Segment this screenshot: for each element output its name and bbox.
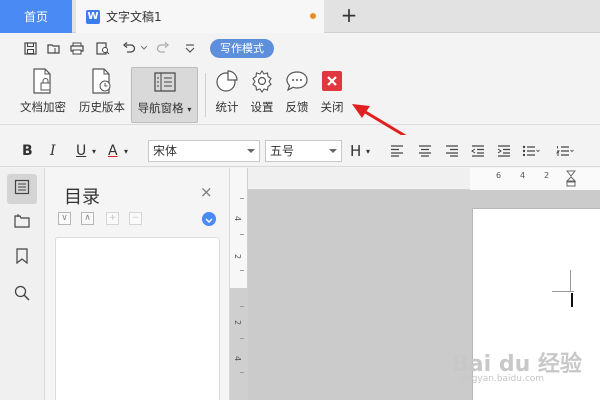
chevron-down-icon: [247, 149, 255, 153]
font-color-dropdown-icon[interactable]: ▾: [124, 141, 128, 161]
font-size-select[interactable]: 五号: [265, 140, 342, 162]
outline-title: 目录: [64, 187, 100, 208]
navigation-pane-label: 导航窗格 ▾: [137, 101, 192, 115]
title-bar: 首页 W 文字文稿1 +: [0, 0, 600, 33]
encrypt-doc-icon: [29, 67, 57, 95]
history-version-button[interactable]: 历史版本: [75, 67, 129, 123]
demote-level-button[interactable]: −: [129, 212, 142, 225]
outline-options-icon[interactable]: [202, 212, 216, 226]
ruler-label: 4: [520, 171, 526, 180]
tab-document[interactable]: W 文字文稿1: [76, 0, 324, 33]
numbered-list-icon[interactable]: [556, 141, 574, 161]
save-icon[interactable]: [23, 41, 37, 55]
document-tab-label: 文字文稿1: [106, 10, 162, 24]
settings-button[interactable]: 设置: [246, 67, 278, 123]
align-left-icon[interactable]: [390, 141, 404, 161]
ruler-margin: [230, 288, 248, 400]
statistics-button[interactable]: 统计: [211, 67, 243, 123]
text-cursor: [571, 293, 573, 307]
watermark-url: jingyan.baidu.com: [461, 374, 545, 384]
history-version-label: 历史版本: [79, 100, 125, 114]
outline-list: [55, 237, 220, 400]
stats-icon: [213, 67, 241, 95]
chevron-down-icon: [329, 149, 337, 153]
italic-button[interactable]: I: [50, 141, 56, 161]
close-writing-mode-button[interactable]: 关闭: [316, 67, 348, 123]
promote-level-button[interactable]: +: [106, 212, 119, 225]
underline-button[interactable]: U: [76, 141, 86, 161]
chapter-nav-icon: [14, 213, 30, 233]
rail-outline-button[interactable]: [7, 174, 37, 204]
rail-chapters-button[interactable]: [7, 208, 37, 238]
rail-bookmark-button[interactable]: [7, 243, 37, 273]
outline-close-button[interactable]: ×: [200, 183, 213, 201]
writer-doc-icon: W: [86, 9, 100, 24]
feedback-button[interactable]: 反馈: [281, 67, 313, 123]
font-name-select[interactable]: 宋体: [148, 140, 260, 162]
wps-writer-window: 首页 W 文字文稿1 + 写作模式 文档加密 历史版本 导航窗格 ▾ 统计 设置…: [0, 0, 600, 400]
heading-dropdown-icon[interactable]: ▾: [366, 141, 370, 161]
page-crop-mark: [570, 270, 571, 292]
bookmark-icon: [15, 248, 29, 268]
formatting-toolbar: B I U ▾ A ▾ 宋体 五号 H ▾: [0, 135, 600, 167]
align-center-icon[interactable]: [418, 141, 432, 161]
print-icon[interactable]: [70, 41, 84, 55]
navigation-pane-button[interactable]: 导航窗格 ▾: [131, 67, 198, 123]
new-tab-button[interactable]: +: [338, 4, 360, 26]
feedback-icon: [283, 67, 311, 95]
statistics-label: 统计: [215, 100, 239, 114]
underline-dropdown-icon[interactable]: ▾: [92, 141, 96, 161]
ribbon-separator: [205, 73, 206, 117]
open-icon[interactable]: [46, 41, 60, 55]
nav-pane-icon: [151, 68, 179, 96]
decrease-indent-icon[interactable]: [471, 141, 485, 161]
expand-all-button[interactable]: ∨: [58, 212, 71, 225]
ribbon: 文档加密 历史版本 导航窗格 ▾ 统计 设置 反馈 关闭: [0, 63, 600, 125]
ruler-label: 4: [233, 355, 243, 362]
heading-style-button[interactable]: H: [350, 141, 361, 161]
increase-indent-icon[interactable]: [497, 141, 511, 161]
ruler-text-area: [470, 168, 600, 190]
tab-home[interactable]: 首页: [0, 0, 72, 33]
encrypt-document-button[interactable]: 文档加密: [16, 67, 70, 123]
outline-icon: [14, 179, 30, 199]
print-preview-icon[interactable]: [96, 41, 110, 55]
undo-dropdown-icon[interactable]: [140, 41, 148, 55]
search-icon: [14, 285, 30, 305]
close-label: 关闭: [320, 100, 344, 114]
collapse-all-button[interactable]: ∧: [81, 212, 94, 225]
outline-panel: 目录 × ∨ ∧ + −: [45, 168, 230, 400]
quick-access-toolbar: 写作模式: [0, 33, 600, 63]
rail-search-button[interactable]: [7, 280, 37, 310]
font-color-button[interactable]: A: [108, 141, 118, 161]
close-icon: [318, 67, 346, 95]
indent-marker-icon[interactable]: [565, 170, 577, 188]
bold-button[interactable]: B: [22, 141, 33, 161]
customize-toolbar-icon[interactable]: [183, 41, 197, 55]
horizontal-ruler: 6 4 2: [248, 168, 600, 190]
history-icon: [88, 67, 116, 95]
ruler-label: 4: [233, 215, 243, 222]
bullet-list-icon[interactable]: [522, 141, 540, 161]
font-size-value: 五号: [270, 144, 295, 158]
side-rail: [0, 168, 45, 400]
ruler-label: 2: [233, 319, 243, 326]
ruler-label: 2: [233, 253, 243, 260]
gear-icon: [248, 67, 276, 95]
feedback-label: 反馈: [285, 100, 309, 114]
align-right-icon[interactable]: [445, 141, 459, 161]
unsaved-indicator-icon: [310, 13, 316, 19]
ruler-label: 2: [544, 171, 550, 180]
writing-mode-tab[interactable]: 写作模式: [210, 39, 274, 58]
vertical-ruler: 4 2 2 4: [230, 168, 248, 400]
redo-icon[interactable]: [156, 41, 170, 55]
ruler-label: 6: [496, 171, 502, 180]
undo-icon[interactable]: [122, 41, 136, 55]
settings-label: 设置: [250, 100, 274, 114]
encrypt-document-label: 文档加密: [20, 100, 66, 114]
font-name-value: 宋体: [153, 144, 178, 158]
